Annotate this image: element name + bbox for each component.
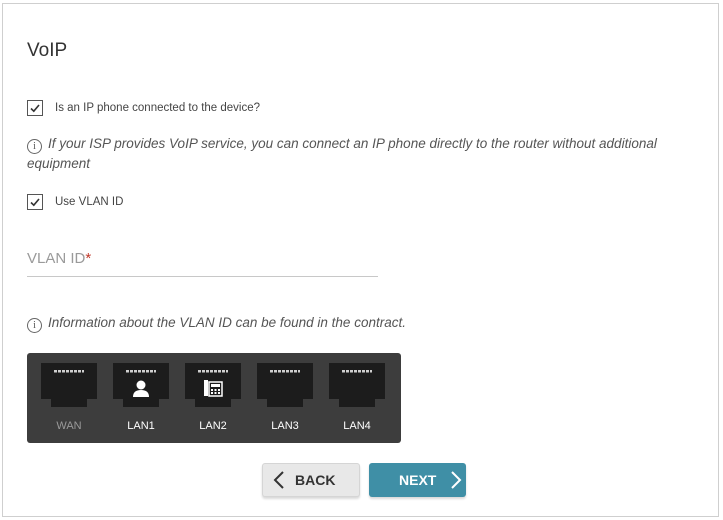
info-icon: i bbox=[27, 139, 42, 154]
port-lan1[interactable]: LAN1 bbox=[113, 363, 169, 432]
port-lan3[interactable]: LAN3 bbox=[257, 363, 313, 432]
ethernet-port-icon bbox=[257, 363, 313, 411]
ethernet-port-icon bbox=[113, 363, 169, 411]
page-title: VoIP bbox=[27, 40, 68, 61]
checkmark-icon bbox=[30, 104, 40, 113]
back-button-label: BACK bbox=[295, 472, 336, 488]
ip-phone-label: Is an IP phone connected to the device? bbox=[55, 102, 261, 114]
vlan-row: Use VLAN ID bbox=[27, 194, 123, 210]
port-label: LAN4 bbox=[343, 420, 371, 432]
vlan-info-message: Information about the VLAN ID can be fou… bbox=[48, 315, 406, 330]
port-lan2[interactable]: LAN2 bbox=[185, 363, 241, 432]
back-button[interactable]: BACK bbox=[262, 463, 360, 497]
port-wan[interactable]: WAN bbox=[41, 363, 97, 432]
checkmark-icon bbox=[30, 198, 40, 207]
ethernet-port-icon bbox=[329, 363, 385, 411]
use-vlan-label: Use VLAN ID bbox=[55, 196, 124, 208]
port-panel: WAN LAN1 LAN2 LAN3 LAN4 bbox=[27, 353, 401, 443]
port-lan4[interactable]: LAN4 bbox=[329, 363, 385, 432]
port-label: WAN bbox=[56, 420, 82, 432]
ethernet-port-icon bbox=[185, 363, 241, 411]
voip-info-message: If your ISP provides VoIP service, you c… bbox=[27, 136, 657, 171]
next-button-label: NEXT bbox=[399, 472, 437, 488]
vlan-id-field[interactable]: VLAN ID* bbox=[27, 246, 382, 278]
ip-phone-checkbox[interactable] bbox=[27, 100, 43, 116]
port-label: LAN2 bbox=[199, 420, 227, 432]
chevron-left-icon bbox=[273, 471, 284, 489]
ip-phone-row: Is an IP phone connected to the device? bbox=[27, 100, 260, 116]
use-vlan-checkbox[interactable] bbox=[27, 194, 43, 210]
port-label: LAN1 bbox=[127, 420, 155, 432]
voip-panel: VoIP Is an IP phone connected to the dev… bbox=[2, 3, 719, 517]
info-icon: i bbox=[27, 318, 42, 333]
ethernet-port-icon bbox=[41, 363, 97, 411]
chevron-right-icon bbox=[451, 471, 462, 489]
voip-info-text: i If your ISP provides VoIP service, you … bbox=[27, 134, 667, 173]
vlan-info-text: i Information about the VLAN ID can be fo… bbox=[27, 313, 406, 333]
next-button[interactable]: NEXT bbox=[369, 463, 466, 497]
vlan-id-input[interactable] bbox=[27, 246, 382, 278]
port-label: LAN3 bbox=[271, 420, 299, 432]
